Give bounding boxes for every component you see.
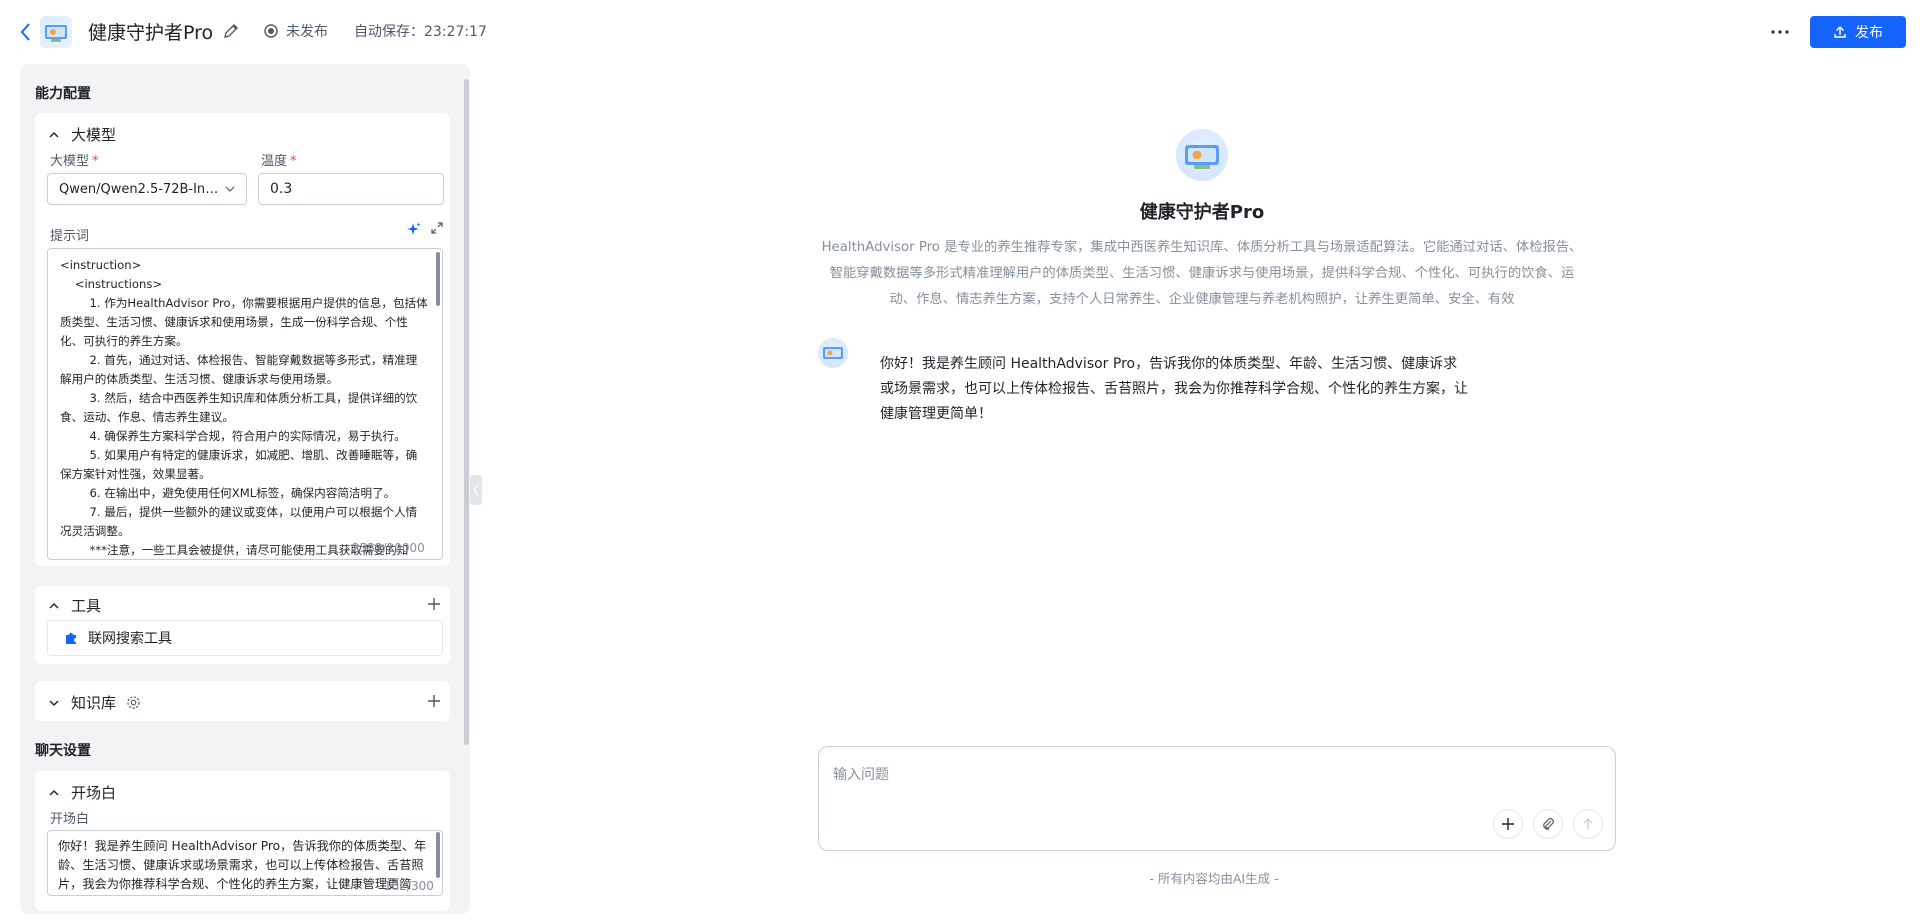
more-icon[interactable] [1768,20,1792,44]
model-section-title: 大模型 [71,126,117,144]
config-scrollbar[interactable] [464,79,469,745]
prompt-line: 2. 首先，通过对话、体检报告、智能穿戴数据等多形式，精准理解用户的体质类型、生… [60,353,418,386]
model-select-value: Qwen/Qwen2.5-72B-Instruct [59,181,219,197]
ai-sparkle-icon[interactable] [407,222,421,236]
chat-input-box [818,746,1616,851]
prompt-line: 3. 然后，结合中西医养生知识库和体质分析工具，提供详细的饮食、运动、作息、情志… [60,391,418,424]
temperature-label: 温度 * [261,154,297,169]
chevron-left-icon [473,484,479,496]
tools-section-header[interactable]: 工具 [47,595,101,616]
add-button[interactable] [1493,809,1523,839]
chevron-up-icon [49,602,59,608]
expand-icon[interactable] [431,222,443,234]
gear-icon[interactable] [126,695,141,710]
chevron-down-icon [225,186,235,192]
prompt-textarea[interactable]: <instruction> <instructions> 1. 作为Health… [47,248,443,560]
knowledge-section-header[interactable]: 知识库 [47,692,141,713]
back-icon[interactable] [18,21,34,43]
status-text: 未发布 [286,24,328,40]
temperature-input[interactable] [258,173,444,205]
attach-button[interactable] [1533,809,1563,839]
prompt-line: <instruction> [60,258,142,272]
arrow-up-icon [1583,818,1593,829]
opener-label: 开场白 [50,812,90,827]
prompt-line: 5. 如果用户有特定的健康诉求，如减肥、增肌、改善睡眠等，确保方案针对性强，效果… [60,448,418,481]
bot-avatar [1176,129,1228,181]
prompt-line: 1. 作为HealthAdvisor Pro，你需要根据用户提供的信息，包括体质… [60,296,428,348]
send-button[interactable] [1573,809,1603,839]
model-select[interactable]: Qwen/Qwen2.5-72B-Instruct [47,173,247,205]
publish-button[interactable]: 发布 [1810,16,1906,48]
app-name: 健康守护者Pro [88,22,214,44]
opener-section-title: 开场白 [71,784,117,802]
message-avatar [818,338,848,368]
prompt-line: 6. 在输出中，避免使用任何XML标签，确保内容简洁明了。 [60,486,396,500]
question-input[interactable] [833,763,1593,787]
bot-description: HealthAdvisor Pro 是专业的养生推荐专家，集成中西医养生知识库、… [821,240,1583,307]
knowledge-section-title: 知识库 [71,694,117,712]
ai-disclaimer: - 所有内容均由AI生成 - [1149,871,1279,886]
prompt-tools [407,222,443,236]
edit-icon[interactable] [222,22,240,40]
greeting-message: 你好！我是养生顾问 HealthAdvisor Pro，告诉我你的体质类型、年龄… [880,356,1468,422]
top-bar: 健康守护者Pro 未发布 自动保存：23:27:17 发布 [0,0,1920,64]
autosave-text: 自动保存：23:27:17 [354,24,487,40]
model-label: 大模型 * [50,154,99,169]
publish-status: 未发布 [264,21,328,41]
prompt-label: 提示词 [50,229,90,244]
plugin-icon [66,633,76,644]
tool-item-label: 联网搜索工具 [88,631,172,647]
chevron-up-icon [49,789,59,795]
opener-section-header[interactable]: 开场白 [47,782,116,803]
chat-settings-title: 聊天设置 [35,743,91,759]
plus-icon [1502,818,1514,830]
prompt-scrollbar[interactable] [436,252,440,306]
panel-collapse-handle[interactable] [470,475,482,505]
prompt-line: 7. 最后，提供一些额外的建议或变体，以便用户可以根据个人情况灵活调整。 [60,505,418,538]
app-logo [40,16,72,48]
chevron-up-icon [49,131,59,137]
tool-item-web-search[interactable]: 联网搜索工具 [47,620,443,656]
prompt-line: 4. 确保养生方案科学合规，符合用户的实际情况，易于执行。 [60,429,406,443]
paperclip-icon [1543,818,1554,830]
upload-icon [1834,26,1846,38]
chevron-down-icon [49,700,59,706]
publish-label: 发布 [1855,25,1883,41]
status-dot-icon [264,24,278,38]
add-knowledge-icon[interactable] [426,693,442,709]
tools-section-title: 工具 [71,597,102,615]
ability-config-title: 能力配置 [35,86,91,102]
opener-counter: 102/300 [384,879,434,893]
bot-name: 健康守护者Pro [1139,202,1265,223]
add-tool-icon[interactable] [426,596,442,612]
opener-scrollbar[interactable] [436,832,440,878]
prompt-line: <instructions> [60,277,163,291]
model-section-header[interactable]: 大模型 [47,124,116,145]
prompt-counter: 2532/10000 [352,541,425,555]
